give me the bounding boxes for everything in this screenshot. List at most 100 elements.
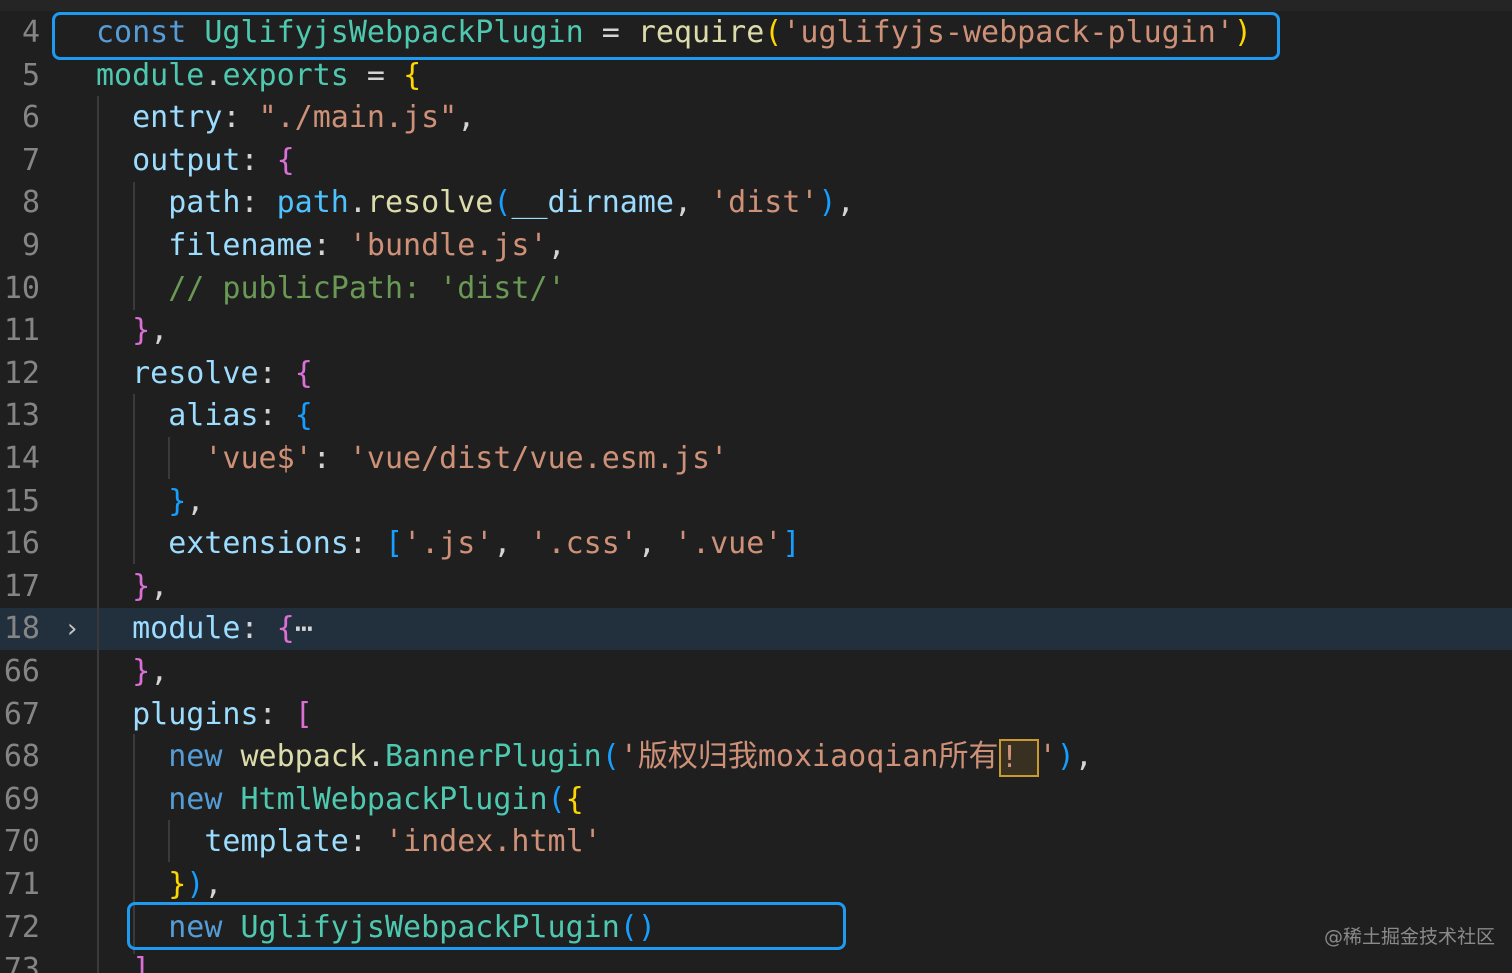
line-number: 13 bbox=[3, 398, 40, 434]
code-token: ( bbox=[601, 739, 620, 775]
code-line[interactable]: 8 path: path.resolve(__dirname, 'dist'), bbox=[0, 182, 1512, 224]
highlight-box-require-line bbox=[52, 12, 1280, 60]
code-token: '版权归我moxiaoqian所有 bbox=[619, 739, 999, 775]
code-token: } bbox=[132, 313, 151, 349]
code-token: template bbox=[204, 824, 349, 860]
code-token: new bbox=[168, 739, 223, 775]
code-text: output: { bbox=[96, 140, 295, 182]
code-token: // publicPath: 'dist/' bbox=[168, 270, 566, 306]
code-text: }, bbox=[96, 481, 204, 523]
code-text: ] bbox=[96, 949, 150, 973]
code-token: filename bbox=[168, 228, 313, 263]
code-token: resolve bbox=[132, 355, 259, 391]
code-text: module: {⋯ bbox=[96, 608, 313, 650]
highlight-box-uglify-plugin-line bbox=[127, 902, 846, 950]
code-token: : bbox=[348, 824, 385, 860]
code-line[interactable]: 15 }, bbox=[0, 481, 1512, 523]
code-line[interactable]: 9 filename: 'bundle.js', bbox=[0, 225, 1512, 267]
code-token: : bbox=[240, 611, 277, 647]
code-line[interactable]: 5 module.exports = { bbox=[0, 55, 1512, 97]
watermark: @稀土掘金技术社区 bbox=[1324, 926, 1496, 948]
code-text: plugins: [ bbox=[96, 694, 313, 736]
code-token: HtmlWebpackPlugin bbox=[240, 781, 548, 817]
code-line[interactable]: 12 resolve: { bbox=[0, 353, 1512, 395]
code-token: ⋯ bbox=[294, 611, 313, 647]
line-number: 7 bbox=[21, 142, 40, 178]
line-number: 67 bbox=[3, 696, 40, 732]
code-token: { bbox=[294, 355, 313, 391]
code-token: : bbox=[240, 142, 277, 178]
code-line[interactable]: 70 template: 'index.html' bbox=[0, 821, 1512, 863]
code-line[interactable]: 73 ] bbox=[0, 949, 1512, 973]
code-token: ] bbox=[132, 952, 151, 973]
code-text: template: 'index.html' bbox=[96, 821, 601, 863]
code-token: { bbox=[403, 57, 422, 93]
code-token: . bbox=[366, 739, 385, 775]
code-text: }, bbox=[96, 566, 168, 608]
code-token: 'bundle.js' bbox=[348, 228, 548, 263]
code-line[interactable]: 11 }, bbox=[0, 310, 1512, 352]
line-number: 17 bbox=[3, 568, 40, 604]
code-token: [ bbox=[294, 696, 313, 732]
code-line[interactable]: 10 // publicPath: 'dist/' bbox=[0, 268, 1512, 310]
code-line[interactable]: 14 'vue$': 'vue/dist/vue.esm.js' bbox=[0, 438, 1512, 480]
code-text: }, bbox=[96, 310, 168, 352]
code-line[interactable]: 67 plugins: [ bbox=[0, 694, 1512, 736]
code-line[interactable]: 7 output: { bbox=[0, 140, 1512, 182]
code-token: , bbox=[547, 228, 566, 263]
indent-guide bbox=[168, 437, 170, 479]
code-token: : bbox=[240, 185, 277, 221]
code-text: filename: 'bundle.js', bbox=[96, 225, 566, 267]
code-token: __dirname bbox=[511, 185, 674, 221]
line-number: 69 bbox=[3, 781, 40, 817]
code-token: '.css' bbox=[529, 526, 638, 562]
code-token: ( bbox=[493, 185, 512, 221]
line-number: 68 bbox=[3, 739, 40, 775]
code-token: module bbox=[132, 611, 241, 647]
code-line[interactable]: 69 new HtmlWebpackPlugin({ bbox=[0, 779, 1512, 821]
line-number: 73 bbox=[3, 952, 40, 973]
code-token: extensions bbox=[168, 526, 349, 562]
code-token: '.vue' bbox=[674, 526, 783, 562]
line-number: 66 bbox=[3, 654, 40, 689]
code-token: : bbox=[222, 100, 259, 136]
code-token: BannerPlugin bbox=[385, 739, 602, 775]
code-token: . bbox=[348, 185, 367, 221]
line-number: 70 bbox=[3, 824, 40, 860]
code-line[interactable]: 71 }), bbox=[0, 864, 1512, 906]
code-token: { bbox=[565, 781, 584, 817]
code-token: alias bbox=[168, 398, 259, 434]
code-token: , bbox=[150, 313, 169, 349]
code-token: path bbox=[276, 185, 349, 221]
code-token: output bbox=[132, 142, 241, 178]
code-line[interactable]: 13 alias: { bbox=[0, 395, 1512, 437]
code-line[interactable]: 17 }, bbox=[0, 566, 1512, 608]
fold-chevron-icon[interactable]: › bbox=[60, 608, 84, 650]
line-number: 10 bbox=[3, 270, 40, 306]
code-token: } bbox=[132, 654, 151, 689]
code-token: : bbox=[258, 696, 295, 732]
code-token: : bbox=[348, 526, 385, 562]
line-number: 12 bbox=[3, 355, 40, 391]
code-token: entry bbox=[132, 100, 223, 136]
code-token: : bbox=[258, 355, 295, 391]
code-token: new bbox=[168, 781, 223, 817]
code-line[interactable]: 18 › module: {⋯ bbox=[0, 608, 1512, 651]
code-line[interactable]: 68 new webpack.BannerPlugin('版权归我moxiaoq… bbox=[0, 736, 1512, 778]
code-token: resolve bbox=[366, 185, 494, 221]
code-line[interactable]: 16 extensions: ['.js', '.css', '.vue'] bbox=[0, 523, 1512, 565]
code-token: 'vue/dist/vue.esm.js' bbox=[348, 441, 729, 476]
code-line[interactable]: 66 }, bbox=[0, 651, 1512, 693]
code-text: }, bbox=[96, 651, 168, 693]
line-number: 15 bbox=[3, 483, 40, 519]
code-line[interactable]: 6 entry: "./main.js", bbox=[0, 97, 1512, 139]
code-token: { bbox=[276, 142, 295, 178]
code-token: 'vue$' bbox=[204, 441, 313, 476]
code-text: alias: { bbox=[96, 395, 313, 437]
